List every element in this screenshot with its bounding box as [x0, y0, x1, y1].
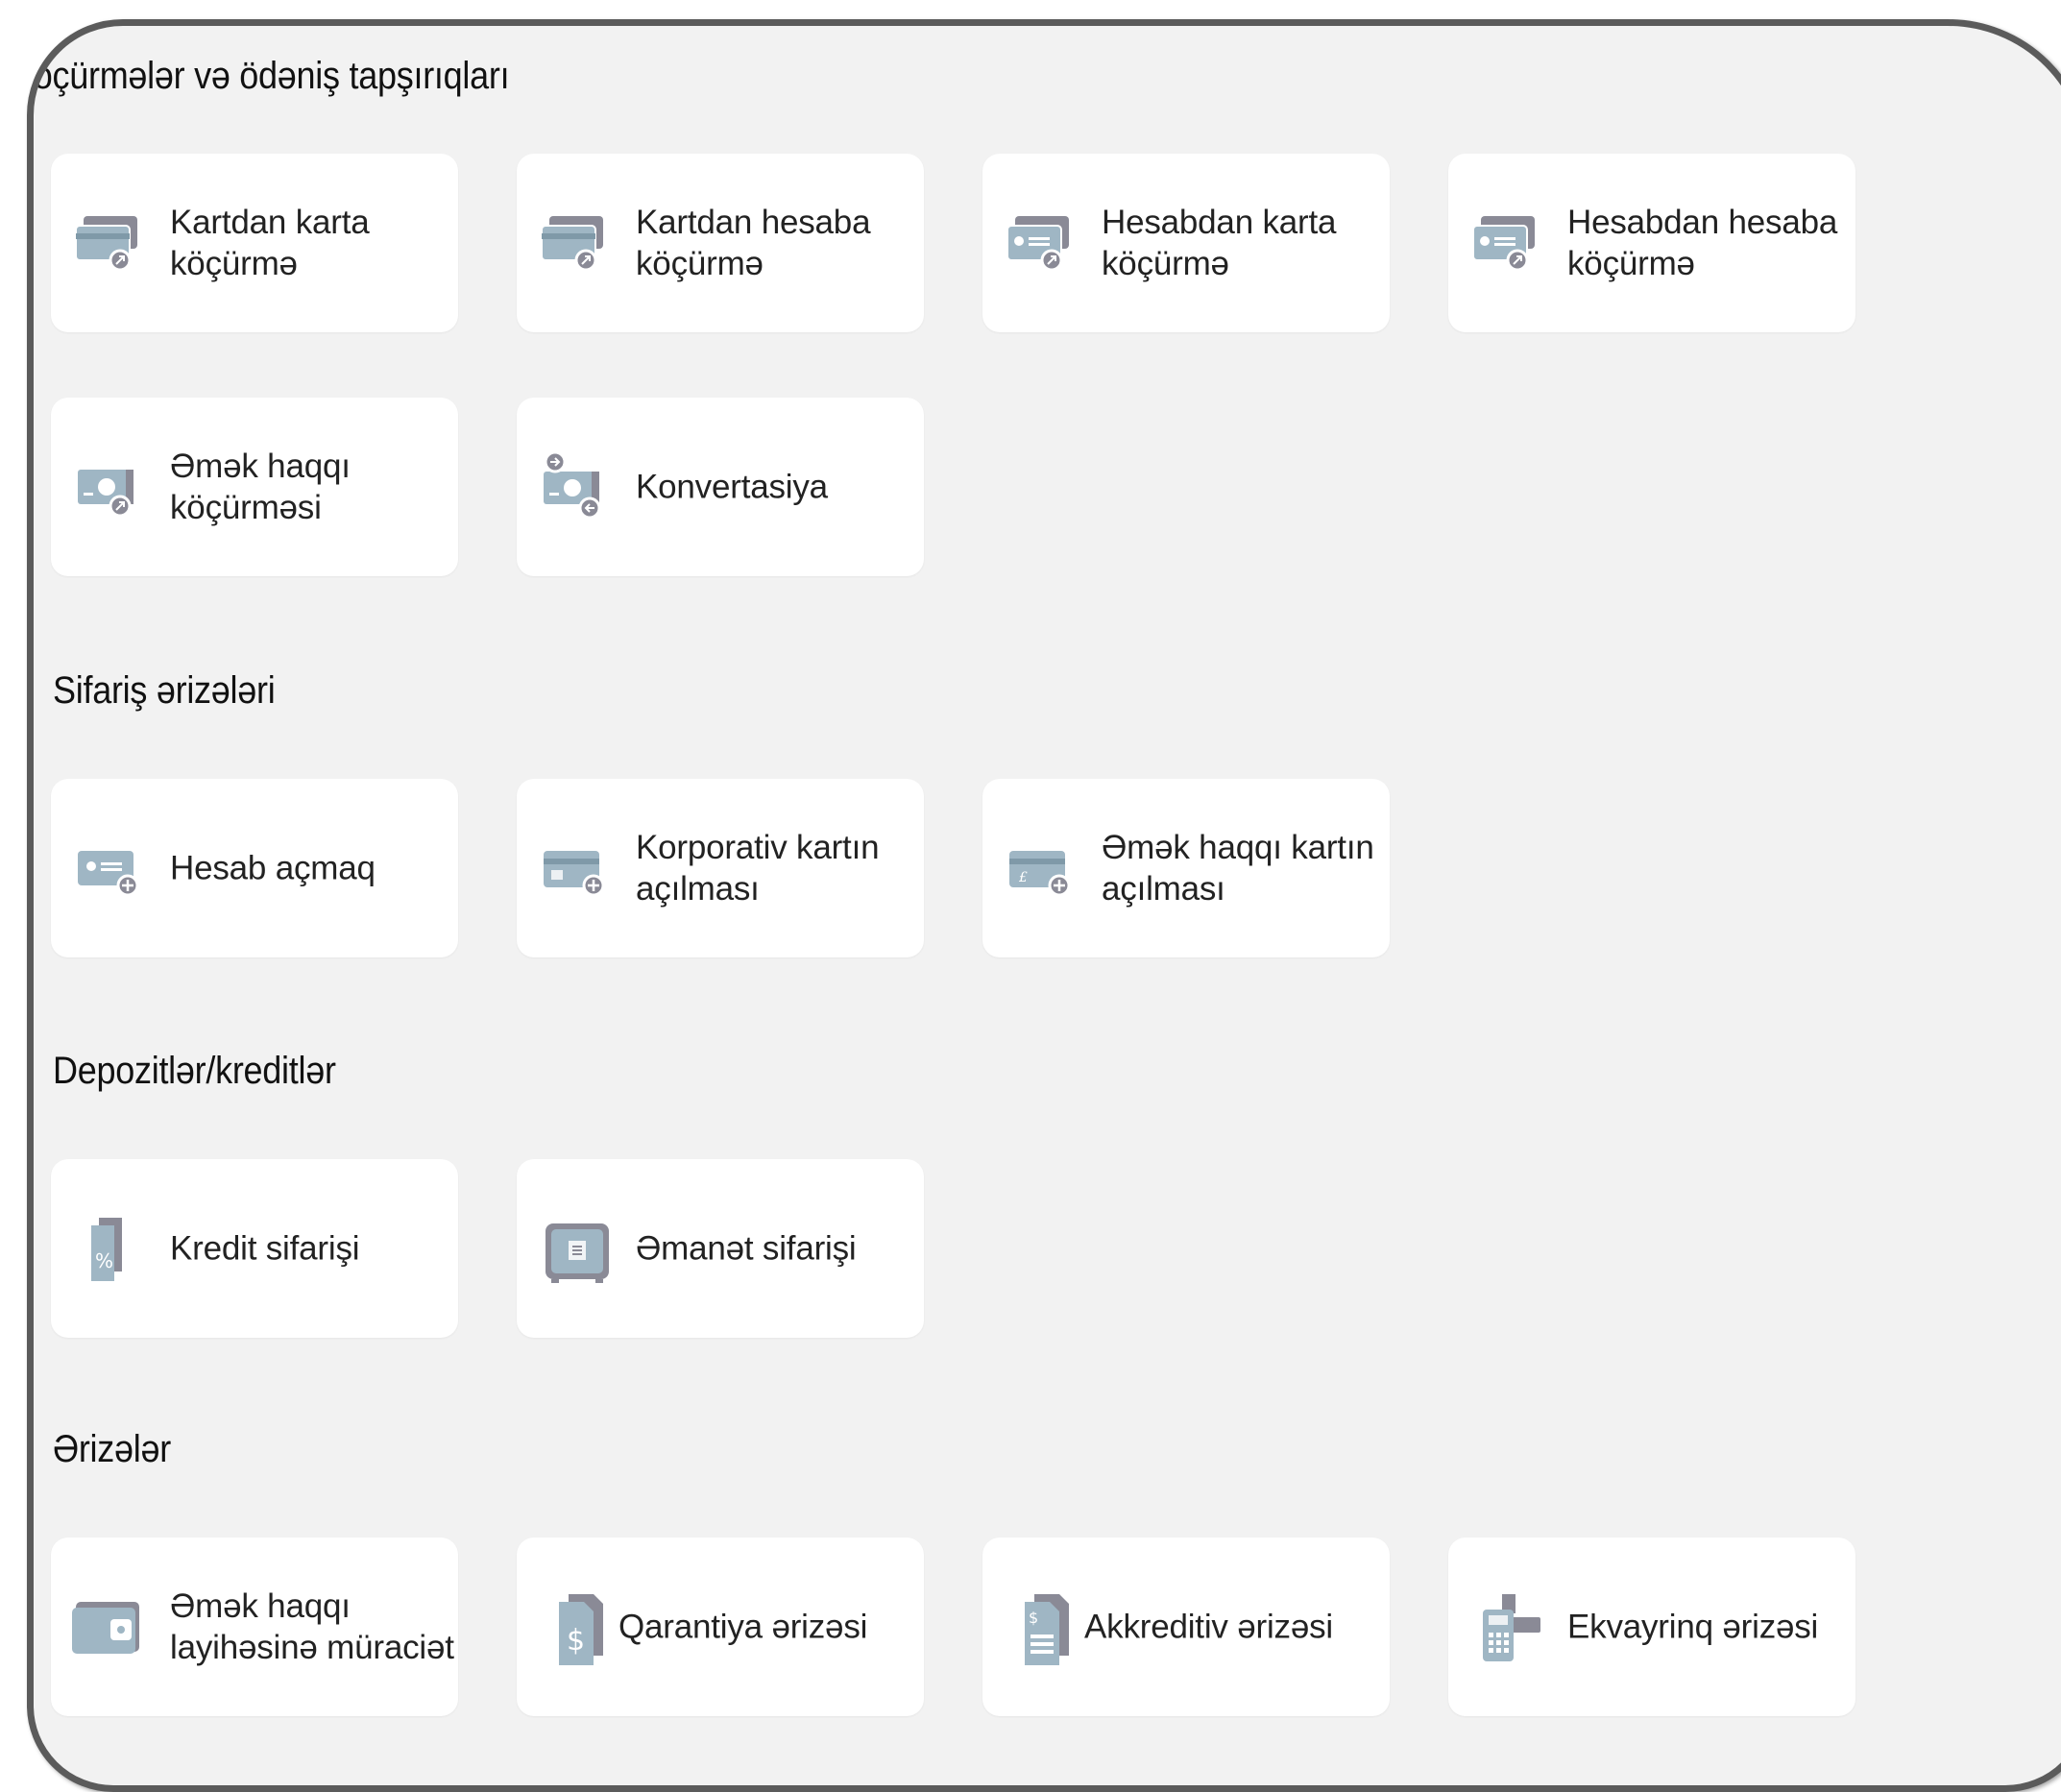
card-label: Əmək haqqı kartın açılması	[1102, 829, 1374, 908]
card-salary-card[interactable]: £ Əmək haqqı kartın açılması	[982, 779, 1390, 957]
card-label: Kartdan karta köçürmə	[170, 204, 370, 282]
card-account-to-card[interactable]: Hesabdan karta köçürmə	[982, 154, 1390, 332]
card-label: Akkreditiv ərizəsi	[1084, 1608, 1333, 1646]
app-frame: Köçürmələr və ödəniş tapşırıqları Kartda…	[27, 19, 2061, 1792]
card-letter-of-credit[interactable]: $ Akkreditiv ərizəsi	[982, 1538, 1390, 1716]
card-card-to-card[interactable]: Kartdan karta köçürmə	[51, 154, 458, 332]
card-acquiring[interactable]: Ekvayrinq ərizəsi	[1448, 1538, 1855, 1716]
section-title-transfers: Köçürmələr və ödəniş tapşırıqları	[27, 55, 510, 97]
card-account-to-account[interactable]: Hesabdan hesaba köçürmə	[1448, 154, 1855, 332]
guarantee-document-icon: $	[532, 1583, 620, 1671]
safe-deposit-icon	[532, 1204, 620, 1293]
card-label: Ekvayrinq ərizəsi	[1567, 1608, 1819, 1646]
account-to-account-icon	[1464, 199, 1552, 287]
open-account-icon	[66, 824, 155, 912]
card-conversion[interactable]: Konvertasiya	[517, 398, 924, 576]
salary-transfer-icon	[66, 443, 155, 531]
card-label: Hesab açmaq	[170, 849, 376, 887]
card-guarantee[interactable]: $ Qarantiya ərizəsi	[517, 1538, 924, 1716]
card-corporate-card[interactable]: Korporativ kartın açılması	[517, 779, 924, 957]
svg-text:$: $	[567, 1624, 585, 1658]
card-label: Əmək haqqı köçürməsi	[170, 448, 351, 526]
account-to-card-icon	[998, 199, 1086, 287]
card-open-account[interactable]: Hesab açmaq	[51, 779, 458, 957]
card-transfer-icon	[66, 199, 155, 287]
section-title-orders: Sifariş ərizələri	[53, 669, 276, 712]
card-credit-order[interactable]: % Kredit sifarişi	[51, 1159, 458, 1338]
pos-terminal-icon	[1464, 1583, 1552, 1671]
section-title-deposits-credits: Depozitlər/kreditlər	[53, 1050, 336, 1092]
card-deposit-order[interactable]: Əmanət sifarişi	[517, 1159, 924, 1338]
wallet-icon	[66, 1583, 155, 1671]
card-label: Korporativ kartın açılması	[636, 829, 880, 908]
card-label: Qarantiya ərizəsi	[618, 1608, 868, 1646]
card-label: Əmək haqqı layihəsinə müraciət	[170, 1587, 454, 1666]
card-label: Kredit sifarişi	[170, 1229, 360, 1268]
svg-text:£: £	[1018, 870, 1028, 885]
card-salary-transfer[interactable]: Əmək haqqı köçürməsi	[51, 398, 458, 576]
card-salary-project[interactable]: Əmək haqqı layihəsinə müraciət	[51, 1538, 458, 1716]
corporate-card-icon	[532, 824, 620, 912]
credit-percent-icon: %	[66, 1204, 155, 1293]
card-label: Konvertasiya	[636, 468, 828, 506]
content: Köçürmələr və ödəniş tapşırıqları Kartda…	[34, 26, 2061, 1785]
card-label: Əmanət sifarişi	[636, 1229, 857, 1268]
card-label: Hesabdan hesaba köçürmə	[1567, 204, 1838, 282]
card-card-to-account[interactable]: Kartdan hesaba köçürmə	[517, 154, 924, 332]
card-label: Hesabdan karta köçürmə	[1102, 204, 1337, 282]
svg-text:$: $	[1029, 1609, 1038, 1627]
card-label: Kartdan hesaba köçürmə	[636, 204, 871, 282]
salary-card-icon: £	[998, 824, 1086, 912]
card-to-account-icon	[532, 199, 620, 287]
letter-of-credit-icon: $	[998, 1583, 1086, 1671]
svg-text:%: %	[95, 1249, 113, 1272]
section-title-applications: Ərizələr	[53, 1428, 171, 1470]
currency-exchange-icon	[532, 443, 620, 531]
